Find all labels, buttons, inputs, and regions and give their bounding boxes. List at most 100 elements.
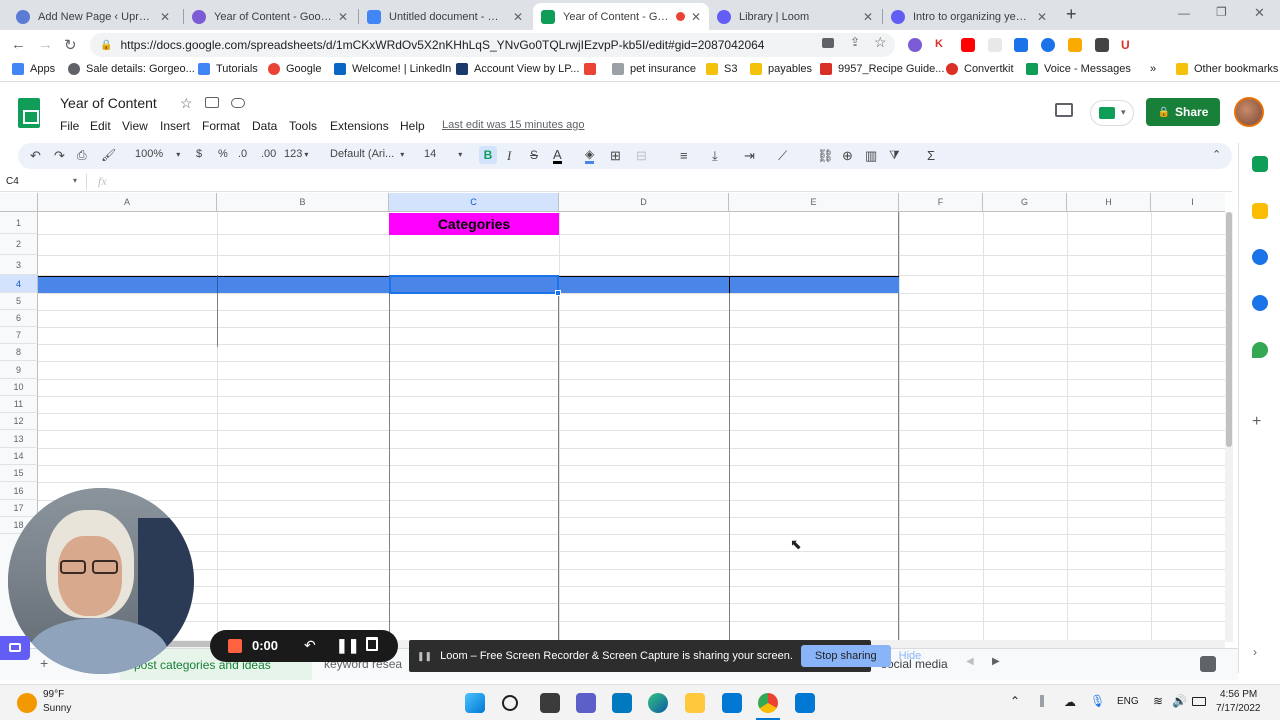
row-header-12[interactable]: 12: [0, 413, 38, 430]
windows-start-icon[interactable]: [465, 693, 485, 713]
forward-icon[interactable]: →: [38, 36, 53, 53]
bookmark-item[interactable]: Voice - Messages: [1026, 63, 1131, 75]
share-page-icon[interactable]: ⇪: [850, 35, 860, 49]
row-header-7[interactable]: 7: [0, 327, 38, 344]
address-bar[interactable]: 🔒 https://docs.google.com/spreadsheets/d…: [90, 33, 895, 57]
menu-extensions[interactable]: Extensions: [330, 119, 389, 133]
text-rotation-icon[interactable]: ⟋: [778, 148, 787, 164]
bookmark-star-icon[interactable]: ☆: [874, 34, 887, 51]
wifi-icon[interactable]: ≋: [1153, 694, 1163, 708]
row-header-11[interactable]: 11: [0, 396, 38, 413]
extension-u-icon[interactable]: U: [1121, 38, 1135, 52]
add-addon-icon[interactable]: +: [1252, 413, 1261, 431]
chrome-icon[interactable]: [758, 693, 778, 713]
horizontal-align-icon[interactable]: ≡: [680, 148, 688, 163]
tray-icon[interactable]: [1040, 695, 1044, 707]
row-header-14[interactable]: 14: [0, 448, 38, 465]
fill-color-icon[interactable]: ◈: [585, 148, 595, 164]
keep-icon[interactable]: [1252, 203, 1268, 219]
menu-view[interactable]: View: [122, 119, 148, 133]
browser-tab-3[interactable]: Untitled document - Goog ✕: [359, 3, 531, 30]
bookmark-item[interactable]: [584, 63, 602, 75]
volume-icon[interactable]: 🔊: [1172, 694, 1187, 708]
tasks-icon[interactable]: [1252, 249, 1268, 265]
bookmark-item[interactable]: 9957_Recipe Guide...: [820, 63, 944, 75]
column-header-d[interactable]: D: [559, 193, 729, 212]
column-header-h[interactable]: H: [1067, 193, 1151, 212]
extension-icon[interactable]: [908, 38, 922, 52]
bookmark-item[interactable]: Convertkit: [946, 63, 1014, 75]
maps-icon[interactable]: [1252, 342, 1268, 358]
row-header-3[interactable]: 3: [0, 255, 38, 275]
extension-icon[interactable]: [1068, 38, 1082, 52]
file-explorer-icon[interactable]: [685, 693, 705, 713]
star-icon[interactable]: ☆: [180, 95, 193, 112]
share-button[interactable]: 🔒 Share: [1146, 98, 1220, 126]
borders-icon[interactable]: ⊞: [610, 148, 621, 164]
cloud-status-icon[interactable]: [231, 98, 245, 108]
loom-camera-toggle[interactable]: [0, 636, 30, 660]
close-tab-icon[interactable]: ✕: [160, 10, 170, 24]
row-header-9[interactable]: 9: [0, 361, 38, 379]
extension-icon[interactable]: [1041, 38, 1055, 52]
clock-time[interactable]: 4:56 PM: [1220, 689, 1257, 700]
column-header-e[interactable]: E: [729, 193, 899, 212]
stop-recording-button[interactable]: [228, 639, 242, 653]
calendar-icon[interactable]: [1252, 156, 1268, 172]
extension-icon[interactable]: [988, 38, 1002, 52]
close-tab-icon[interactable]: ✕: [1037, 10, 1047, 24]
task-view-icon[interactable]: [540, 693, 560, 713]
close-tab-icon[interactable]: ✕: [691, 10, 701, 24]
microphone-icon[interactable]: 🎙: [1090, 694, 1105, 708]
close-tab-icon[interactable]: ✕: [338, 10, 348, 24]
row-header-5[interactable]: 5: [0, 293, 38, 310]
bookmark-item[interactable]: Sale details: Gorgeo...: [68, 63, 195, 75]
contacts-icon[interactable]: [1252, 295, 1268, 311]
menu-help[interactable]: Help: [400, 119, 425, 133]
bookmark-item[interactable]: Google: [268, 63, 321, 75]
comments-icon[interactable]: [1055, 103, 1073, 117]
row-header-1[interactable]: 1: [0, 212, 38, 234]
pause-icon[interactable]: ❚❚: [336, 637, 359, 654]
store-icon[interactable]: [722, 693, 742, 713]
formula-input[interactable]: [122, 174, 1222, 190]
move-folder-icon[interactable]: [205, 97, 219, 108]
menu-file[interactable]: File: [60, 119, 79, 133]
categories-header-cell[interactable]: Categories: [389, 213, 559, 235]
hide-button[interactable]: Hide: [899, 650, 922, 662]
insert-link-icon[interactable]: ⛓: [817, 148, 834, 164]
active-cell-c4[interactable]: [389, 275, 559, 294]
zoom-select[interactable]: 100% ▾: [135, 148, 180, 160]
insert-chart-icon[interactable]: ▥: [865, 148, 877, 164]
currency-format-button[interactable]: $: [196, 148, 202, 160]
scrollbar-thumb[interactable]: [1226, 212, 1232, 447]
document-title[interactable]: Year of Content: [60, 95, 157, 111]
menu-data[interactable]: Data: [252, 119, 277, 133]
stop-sharing-button[interactable]: Stop sharing: [800, 645, 891, 667]
strikethrough-button[interactable]: S: [530, 148, 538, 162]
close-tab-icon[interactable]: ✕: [513, 10, 523, 24]
browser-tab-4-active[interactable]: Year of Content - Goog ✕: [533, 3, 709, 30]
scroll-left-icon[interactable]: ◀: [966, 656, 974, 667]
print-icon[interactable]: ⎙: [77, 148, 87, 163]
column-header-f[interactable]: F: [899, 193, 983, 212]
show-hidden-icons-icon[interactable]: ⌃: [1010, 694, 1020, 708]
browser-tab-1[interactable]: Add New Page ‹ Uprooted ✕: [8, 3, 178, 30]
restart-icon[interactable]: ↶: [304, 637, 316, 654]
chevron-right-icon[interactable]: ›: [1253, 645, 1257, 659]
weather-condition[interactable]: Sunny: [43, 703, 71, 714]
more-formats-button[interactable]: 123 ▾: [284, 148, 308, 160]
bookmark-item[interactable]: Tutorials: [198, 63, 258, 75]
sheets-logo-icon[interactable]: [18, 98, 40, 128]
column-header-c[interactable]: C: [389, 193, 559, 212]
merge-cells-icon[interactable]: ⊟: [636, 148, 647, 164]
mail-icon[interactable]: [795, 693, 815, 713]
trello-icon[interactable]: [612, 693, 632, 713]
italic-button[interactable]: I: [507, 148, 511, 164]
menu-insert[interactable]: Insert: [160, 119, 190, 133]
browser-tab-2[interactable]: Year of Content - Google Sh ✕: [184, 3, 356, 30]
battery-icon[interactable]: [1192, 697, 1206, 706]
delete-recording-icon[interactable]: [366, 637, 378, 651]
meet-button[interactable]: ▾: [1090, 100, 1134, 126]
extension-icon[interactable]: [1014, 38, 1028, 52]
